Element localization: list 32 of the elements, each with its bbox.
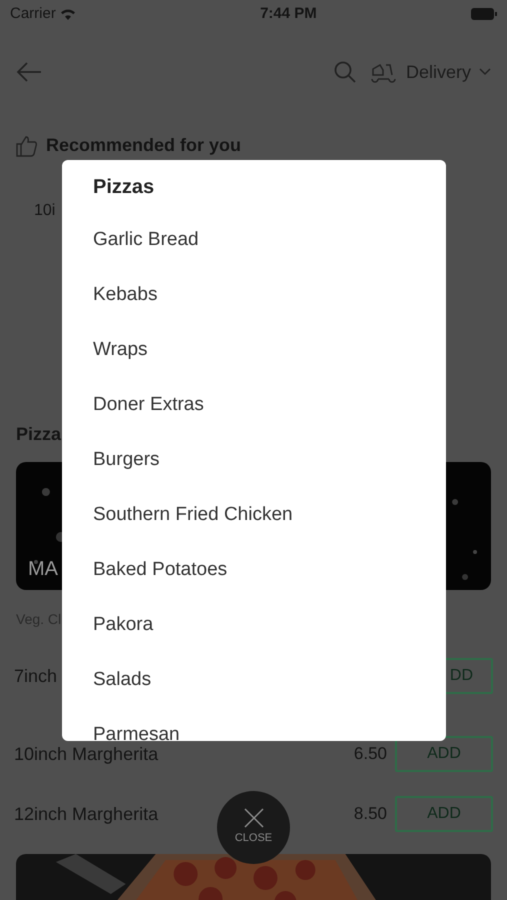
item-name: 7inch (14, 664, 58, 688)
item-name: 12inch Margherita (14, 802, 158, 826)
section-title: Pizza (16, 424, 62, 444)
category-item[interactable]: Garlic Bread (93, 212, 199, 267)
category-item[interactable]: Southern Fried Chicken (93, 487, 293, 542)
back-arrow-icon (16, 62, 42, 82)
menu-title: Pizzas (93, 175, 156, 200)
wifi-icon (60, 8, 76, 20)
category-item[interactable]: Pakora (93, 597, 154, 652)
item-price: 8.50 (354, 803, 387, 826)
category-item[interactable]: Baked Potatoes (93, 542, 228, 597)
banner-title: MA (28, 557, 58, 582)
section-title: Recommended for you (46, 134, 242, 157)
category-item[interactable]: Kebabs (93, 267, 158, 322)
recommended-item-name: 10i (34, 202, 56, 219)
battery-icon (470, 8, 497, 20)
thumbs-up-icon (16, 134, 38, 156)
category-item[interactable]: Salads (93, 652, 152, 707)
category-item[interactable]: Burgers (93, 432, 160, 487)
item-name: 10inch Margherita (14, 742, 158, 766)
close-icon (244, 808, 264, 828)
category-item[interactable]: Parmesan (93, 707, 180, 741)
category-item[interactable]: Doner Extras (93, 377, 204, 432)
status-time: 7:44 PM (260, 4, 317, 24)
back-button[interactable] (16, 62, 42, 82)
category-item[interactable]: Wraps (93, 322, 148, 377)
search-icon[interactable] (334, 61, 356, 83)
scooter-icon (370, 61, 398, 83)
chevron-down-icon (479, 68, 491, 76)
carrier-label: Carrier (10, 4, 56, 24)
close-button[interactable]: CLOSE (217, 791, 290, 864)
item-price: 6.50 (354, 743, 387, 766)
